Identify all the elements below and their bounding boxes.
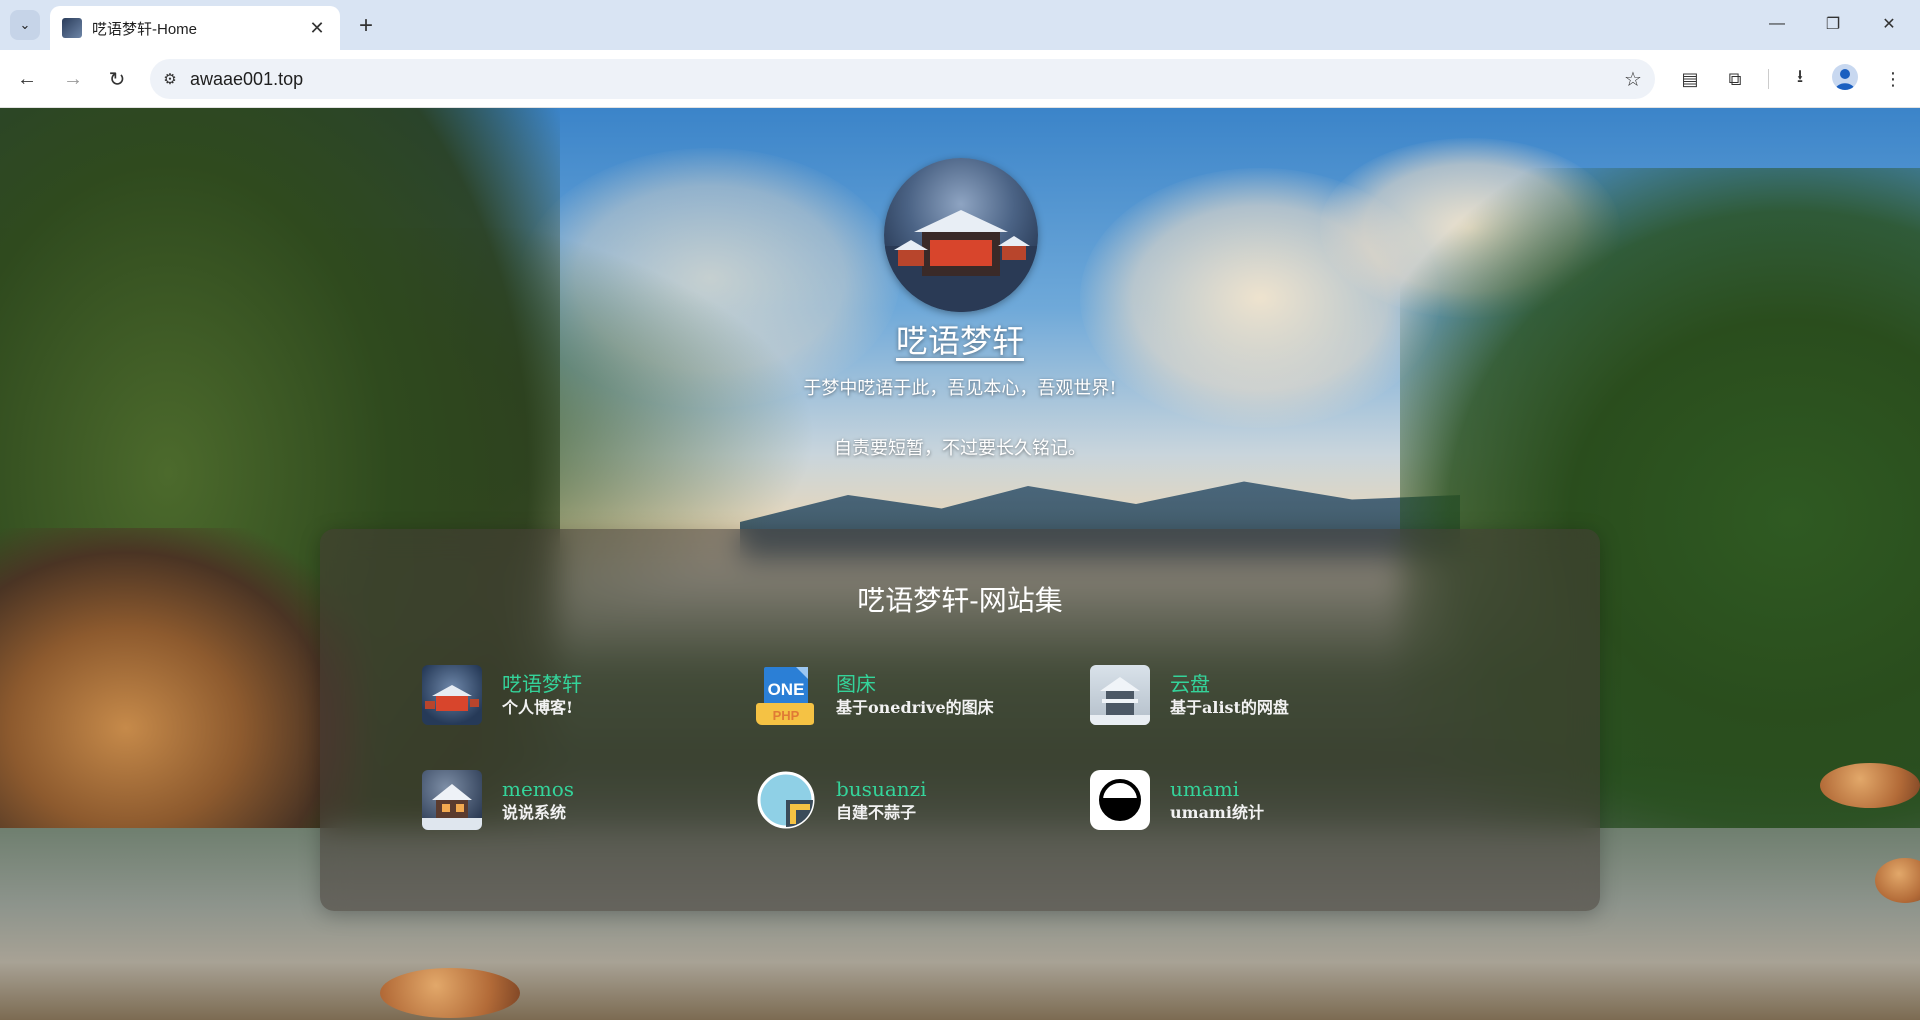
reload-icon[interactable]: ↻	[101, 63, 133, 95]
boulder-decoration	[380, 968, 520, 1018]
icon-label-php: PHP	[773, 708, 800, 723]
site-info-tune-icon[interactable]: ⚙	[150, 70, 190, 88]
site-motto: 自责要短暂，不过要长久铭记。	[834, 438, 1086, 459]
site-description: 基于alist的网盘	[1170, 698, 1289, 717]
tab-title: 呓语梦轩-Home	[92, 20, 198, 38]
extensions-puzzle-icon[interactable]: ⧉	[1719, 63, 1751, 95]
site-description: 自建不蒜子	[836, 803, 917, 822]
site-description: 基于onedrive的图床	[836, 698, 994, 717]
pie-chart-icon	[756, 770, 816, 830]
browser-toolbar: ← → ↻ ⚙ awaae001.top ☆ ▤ ⧉ ⭳ ⋮	[0, 50, 1920, 108]
minimize-icon[interactable]: —	[1754, 8, 1800, 40]
umami-logo-icon	[1090, 770, 1150, 830]
page-viewport: 呓语梦轩 于梦中呓语于此，吾见本心，吾观世界! 自责要短暂，不过要长久铭记。 呓…	[0, 108, 1920, 1020]
site-name: umami	[1170, 777, 1240, 801]
bookmark-star-icon[interactable]: ☆	[1611, 67, 1655, 92]
site-link-busuanzi[interactable]: busuanzi 自建不蒜子	[756, 769, 1056, 831]
blog-thumbnail-icon	[422, 665, 482, 725]
onedrive-php-icon: ONE PHP	[756, 665, 816, 725]
reading-list-icon[interactable]: ▤	[1674, 63, 1706, 95]
section-title: 呓语梦轩-网站集	[857, 584, 1063, 617]
tab-close-icon[interactable]: ✕	[306, 17, 328, 39]
site-avatar	[884, 158, 1038, 312]
snow-temple-icon	[1090, 665, 1150, 725]
site-name: memos	[502, 777, 575, 801]
address-bar[interactable]: ⚙ awaae001.top ☆	[150, 59, 1655, 99]
download-icon[interactable]: ⭳	[1784, 63, 1816, 95]
site-link-cloud-drive[interactable]: 云盘 基于alist的网盘	[1090, 664, 1390, 726]
winter-house-icon	[422, 770, 482, 830]
menu-kebab-icon[interactable]: ⋮	[1877, 63, 1909, 95]
forward-arrow-icon[interactable]: →	[57, 63, 89, 95]
site-name: 云盘	[1170, 672, 1210, 696]
websites-card: 呓语梦轩-网站集 呓语梦轩 个人博客! ONE PHP 图床 基于onedriv…	[320, 529, 1600, 911]
restore-icon[interactable]: ❐	[1810, 8, 1856, 40]
site-subtitle: 于梦中呓语于此，吾见本心，吾观世界!	[803, 378, 1117, 399]
icon-label-one: ONE	[768, 680, 805, 699]
boulder-decoration	[1820, 763, 1920, 808]
site-link-memos[interactable]: memos 说说系统	[422, 769, 722, 831]
site-link-blog[interactable]: 呓语梦轩 个人博客!	[422, 664, 722, 726]
site-description: umami统计	[1170, 803, 1264, 822]
site-link-umami[interactable]: umami umami统计	[1090, 769, 1390, 831]
active-tab[interactable]: 呓语梦轩-Home ✕	[50, 6, 340, 50]
back-arrow-icon[interactable]: ←	[11, 63, 43, 95]
site-description: 个人博客!	[502, 698, 574, 717]
site-name: busuanzi	[836, 777, 927, 801]
browser-tab-bar: ⌄ 呓语梦轩-Home ✕ + — ❐ ✕	[0, 0, 1920, 50]
site-name: 图床	[836, 672, 876, 696]
site-name: 呓语梦轩	[502, 672, 582, 696]
url-text[interactable]: awaae001.top	[190, 69, 1611, 90]
tab-search-dropdown-icon[interactable]: ⌄	[10, 10, 40, 40]
window-close-icon[interactable]: ✕	[1866, 8, 1912, 40]
tab-favicon-icon	[62, 18, 82, 38]
site-title-link[interactable]: 呓语梦轩	[660, 316, 1260, 362]
site-description: 说说系统	[502, 803, 567, 822]
new-tab-plus-icon[interactable]: +	[352, 12, 380, 40]
profile-avatar-icon[interactable]	[1832, 64, 1858, 90]
site-link-image-host[interactable]: ONE PHP 图床 基于onedrive的图床	[756, 664, 1056, 726]
toolbar-divider	[1768, 69, 1769, 89]
